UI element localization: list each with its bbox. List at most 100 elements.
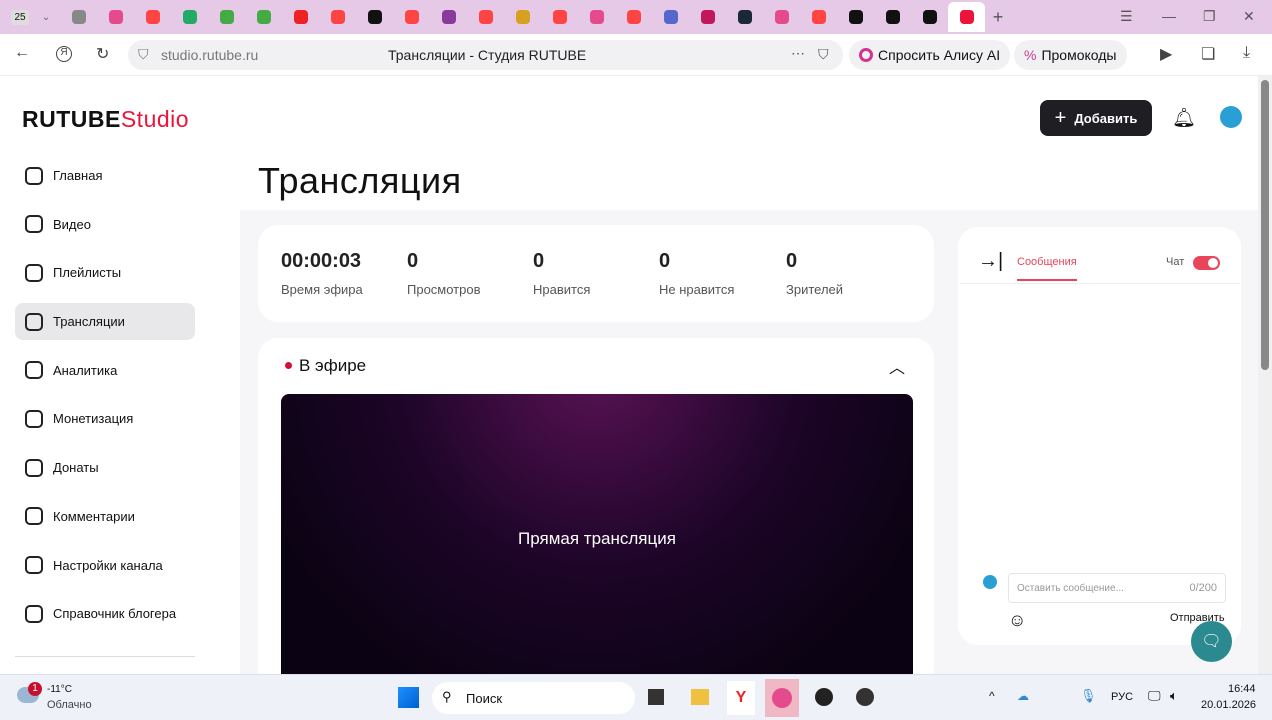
live-label: В эфире (299, 356, 367, 375)
emoji-icon[interactable]: ☺ (1008, 610, 1026, 631)
explorer-icon[interactable] (691, 689, 709, 705)
restore-button[interactable]: ❐ (1203, 8, 1216, 25)
rutube-icon (367, 10, 382, 24)
browser-tab[interactable] (171, 2, 208, 32)
video-player[interactable]: Прямая трансляция (281, 394, 913, 684)
browser-tab[interactable] (467, 2, 504, 32)
video-icon[interactable]: ▶ (1160, 44, 1172, 64)
browser-tab[interactable] (578, 2, 615, 32)
yandex-icon (552, 10, 567, 24)
stat-value: 0 (786, 250, 798, 272)
wallet-icon (25, 458, 43, 477)
comment-icon (25, 507, 43, 526)
tab-counter[interactable]: 25 (8, 2, 32, 32)
notification-badge: 1 (28, 682, 42, 696)
search-icon: ⚲ (442, 689, 452, 704)
chat-toggle[interactable] (1193, 256, 1220, 270)
taskview-icon[interactable] (648, 689, 664, 705)
browser-tab[interactable] (504, 2, 541, 32)
network-icon[interactable]: 🖵︎ (1148, 688, 1161, 704)
support-chat-button[interactable]: 🗨︎ (1191, 621, 1232, 662)
tabs-dropdown-icon[interactable]: ⌄ (32, 2, 60, 32)
sidebar-item[interactable]: Настройки канала (15, 547, 195, 584)
browser-tab[interactable] (356, 2, 393, 32)
windows-start-icon[interactable] (398, 687, 419, 708)
browser-tab[interactable] (911, 2, 948, 32)
browser-tab[interactable] (245, 2, 282, 32)
scrollbar[interactable] (1258, 76, 1272, 674)
tray-chevron-icon[interactable]: ^ (989, 689, 995, 703)
promo-button[interactable]: % Промокоды (1014, 40, 1127, 70)
browser-tab[interactable] (282, 2, 319, 32)
add-button[interactable]: + Добавить (1040, 100, 1152, 136)
app-icon[interactable] (765, 679, 799, 717)
browser-tab[interactable] (393, 2, 430, 32)
bell-icon[interactable]: 🔔︎ (1172, 106, 1196, 130)
clock[interactable]: 16:44 (1228, 683, 1256, 695)
browser-tab[interactable] (134, 2, 171, 32)
sidebar: Главная Видео Плейлисты Трансляции Аналитика… (15, 157, 195, 644)
browser-tab[interactable] (837, 2, 874, 32)
new-tab-button[interactable]: + (985, 2, 1011, 32)
pink-icon (774, 10, 789, 24)
sidebar-item[interactable]: Главная (15, 157, 195, 194)
browser-tab[interactable] (430, 2, 467, 32)
close-window-button[interactable]: ✕ (1243, 8, 1255, 25)
date[interactable]: 20.01.2026 (1201, 699, 1256, 711)
stat-value: 0 (533, 250, 545, 272)
reload-icon[interactable]: ↻ (96, 44, 109, 64)
minimize-button[interactable]: — (1162, 8, 1176, 24)
volume-icon[interactable]: 🔈︎ (1170, 688, 1178, 704)
tab-messages[interactable]: Сообщения (1017, 256, 1077, 281)
sidebar-item[interactable]: Справочник блогера (15, 595, 195, 632)
avatar[interactable] (1220, 106, 1242, 128)
collapse-chat-icon[interactable]: →| (978, 250, 1003, 273)
browser-tab[interactable] (763, 2, 800, 32)
sidebar-item[interactable]: Комментарии (15, 498, 195, 535)
browser-tab[interactable] (615, 2, 652, 32)
yandex-icon[interactable]: Я (56, 46, 72, 62)
browser-tab[interactable] (689, 2, 726, 32)
app-icon[interactable] (856, 688, 874, 706)
gear-icon (25, 556, 43, 574)
browser-tab[interactable] (97, 2, 134, 32)
sidebar-item[interactable]: Аналитика (15, 352, 195, 389)
browser-tab[interactable] (948, 2, 985, 32)
more-icon[interactable]: ⋯ (791, 45, 805, 62)
language-indicator[interactable]: РУС (1111, 691, 1133, 703)
browser-tab[interactable] (60, 2, 97, 32)
app-icon[interactable] (815, 688, 833, 706)
alice-button[interactable]: Спросить Алису AI (849, 40, 1011, 70)
message-input[interactable]: Оставить сообщение... 0/200 (1008, 573, 1226, 603)
browser-tab[interactable] (800, 2, 837, 32)
bookmark-icon[interactable]: ⛉ (818, 46, 829, 63)
user-avatar (983, 575, 997, 589)
collections-icon[interactable]: ❏ (1201, 44, 1215, 64)
taskbar-search[interactable]: ⚲ Поиск (432, 682, 635, 714)
collapse-chevron-icon[interactable]: ︿ (889, 354, 905, 378)
sidebar-item[interactable]: Плейлисты (15, 254, 195, 291)
browser-tab[interactable] (652, 2, 689, 32)
browser-tab[interactable] (874, 2, 911, 32)
sidebar-item[interactable]: Донаты (15, 449, 195, 486)
stat-label: Не нравится (659, 282, 735, 297)
cloud-icon[interactable]: ☁ (1017, 689, 1029, 703)
plus-icon: + (1054, 106, 1067, 129)
menu-icon[interactable]: ☰ (1120, 8, 1133, 25)
browser-tab[interactable] (726, 2, 763, 32)
back-icon[interactable]: ← (14, 44, 30, 62)
char-counter: 0/200 (1189, 582, 1217, 594)
rutube-studio-logo[interactable]: RUTUBEStudio (22, 106, 189, 133)
url-field[interactable]: ⛉ studio.rutube.ru Трансляции - Студия R… (128, 40, 843, 70)
shield-icon (256, 10, 271, 24)
browser-tab[interactable] (319, 2, 356, 32)
download-icon[interactable]: ⤓ (1243, 44, 1250, 62)
browser-tab[interactable] (208, 2, 245, 32)
sidebar-item[interactable]: Трансляции (15, 303, 195, 341)
sidebar-item[interactable]: Монетизация (15, 400, 195, 437)
mic-icon[interactable]: 🎙︎ (1080, 688, 1097, 704)
sidebar-item[interactable]: Видео (15, 206, 195, 243)
browser-tab[interactable] (541, 2, 578, 32)
yandex-browser-icon[interactable]: Y (727, 681, 755, 715)
stat-item: 0 Просмотров (407, 250, 481, 297)
